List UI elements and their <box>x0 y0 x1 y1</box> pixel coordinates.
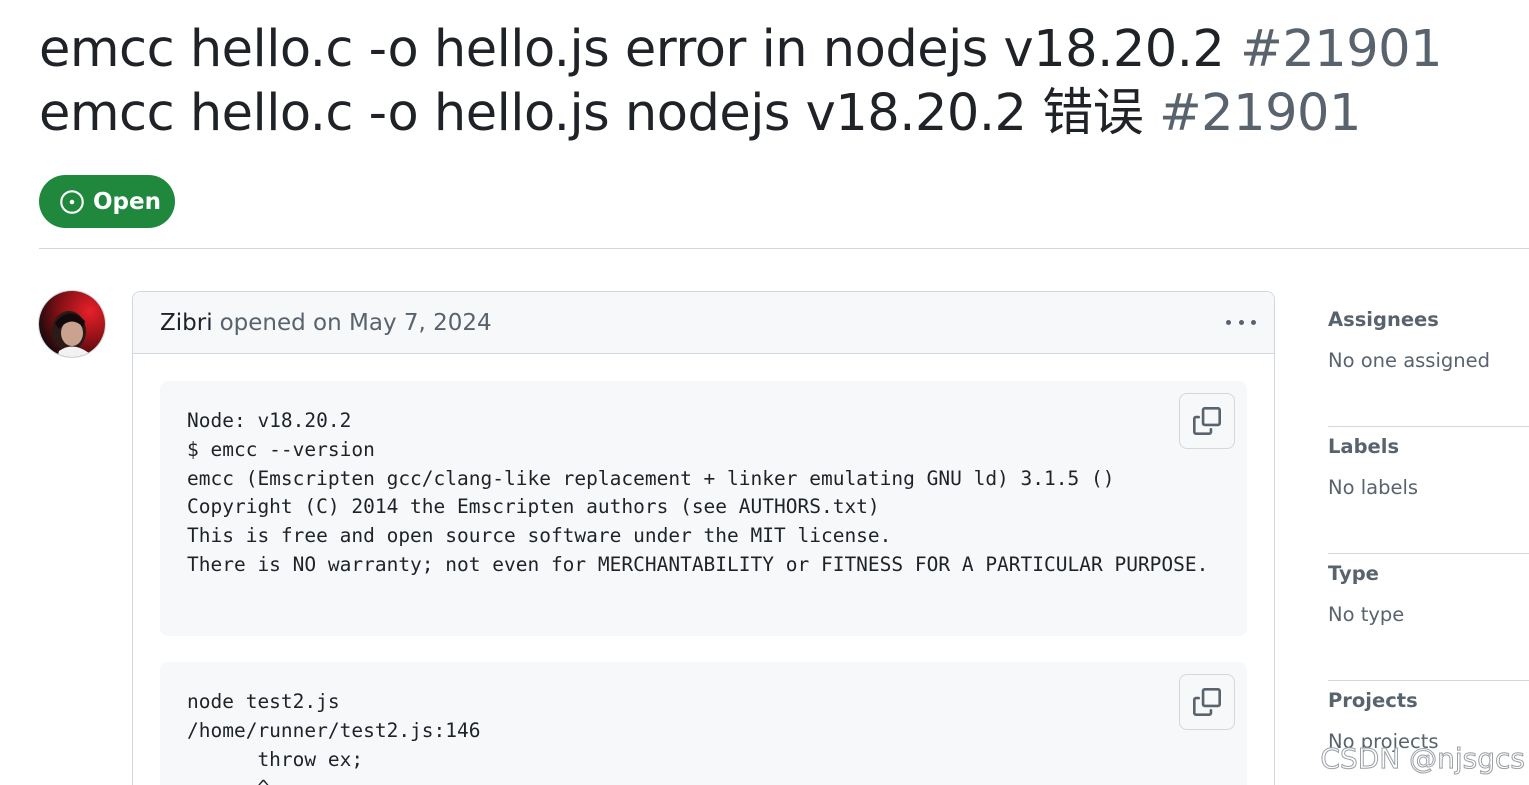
copy-icon <box>1193 688 1221 716</box>
issue-opened-icon <box>60 189 84 214</box>
issue-title-en: emcc hello.c -o hello.js error in nodejs… <box>39 18 1519 82</box>
issue-comment: Zibri opened on May 7, 2024 Node: v18.20… <box>132 291 1275 785</box>
issue-title-zh-text: emcc hello.c -o hello.js nodejs v18.20.2… <box>39 84 1144 143</box>
sidebar-title-assignees[interactable]: Assignees <box>1328 300 1529 331</box>
issue-sidebar: Assignees No one assigned Labels No labe… <box>1328 300 1529 785</box>
sidebar-section-type: Type No type <box>1328 554 1529 681</box>
copy-button[interactable] <box>1179 674 1235 730</box>
code-block-text: Node: v18.20.2 $ emcc --version emcc (Em… <box>187 409 1209 576</box>
sidebar-title-type[interactable]: Type <box>1328 554 1529 585</box>
issue-title-en-text: emcc hello.c -o hello.js error in nodejs… <box>39 20 1225 79</box>
sidebar-value-assignees: No one assigned <box>1328 349 1490 372</box>
avatar[interactable] <box>38 290 106 358</box>
watermark: CSDN @njsgcs <box>1320 742 1526 776</box>
copy-icon <box>1193 407 1221 435</box>
sidebar-value-type: No type <box>1328 603 1405 626</box>
sidebar-section-assignees: Assignees No one assigned <box>1328 300 1529 427</box>
issue-title: emcc hello.c -o hello.js error in nodejs… <box>39 18 1519 146</box>
copy-button[interactable] <box>1179 393 1235 449</box>
comment-author[interactable]: Zibri <box>160 310 213 336</box>
header-divider <box>39 248 1529 249</box>
sidebar-value-labels: No labels <box>1328 476 1419 499</box>
kebab-horizontal-icon[interactable] <box>1226 312 1256 332</box>
sidebar-title-projects[interactable]: Projects <box>1328 681 1529 712</box>
code-block: node test2.js /home/runner/test2.js:146 … <box>160 662 1247 785</box>
comment-header: Zibri opened on May 7, 2024 <box>133 292 1274 354</box>
issue-title-zh: emcc hello.c -o hello.js nodejs v18.20.2… <box>39 82 1519 146</box>
issue-number: #21901 <box>1240 20 1443 79</box>
issue-state-label: Open <box>93 188 161 215</box>
issue-number-zh: #21901 <box>1158 84 1361 143</box>
comment-meta[interactable]: opened on May 7, 2024 <box>220 310 492 336</box>
sidebar-title-labels[interactable]: Labels <box>1328 427 1529 458</box>
code-block-text: node test2.js /home/runner/test2.js:146 … <box>187 690 481 785</box>
sidebar-section-labels: Labels No labels <box>1328 427 1529 554</box>
code-block: Node: v18.20.2 $ emcc --version emcc (Em… <box>160 381 1247 636</box>
issue-state-badge: Open <box>39 175 175 228</box>
